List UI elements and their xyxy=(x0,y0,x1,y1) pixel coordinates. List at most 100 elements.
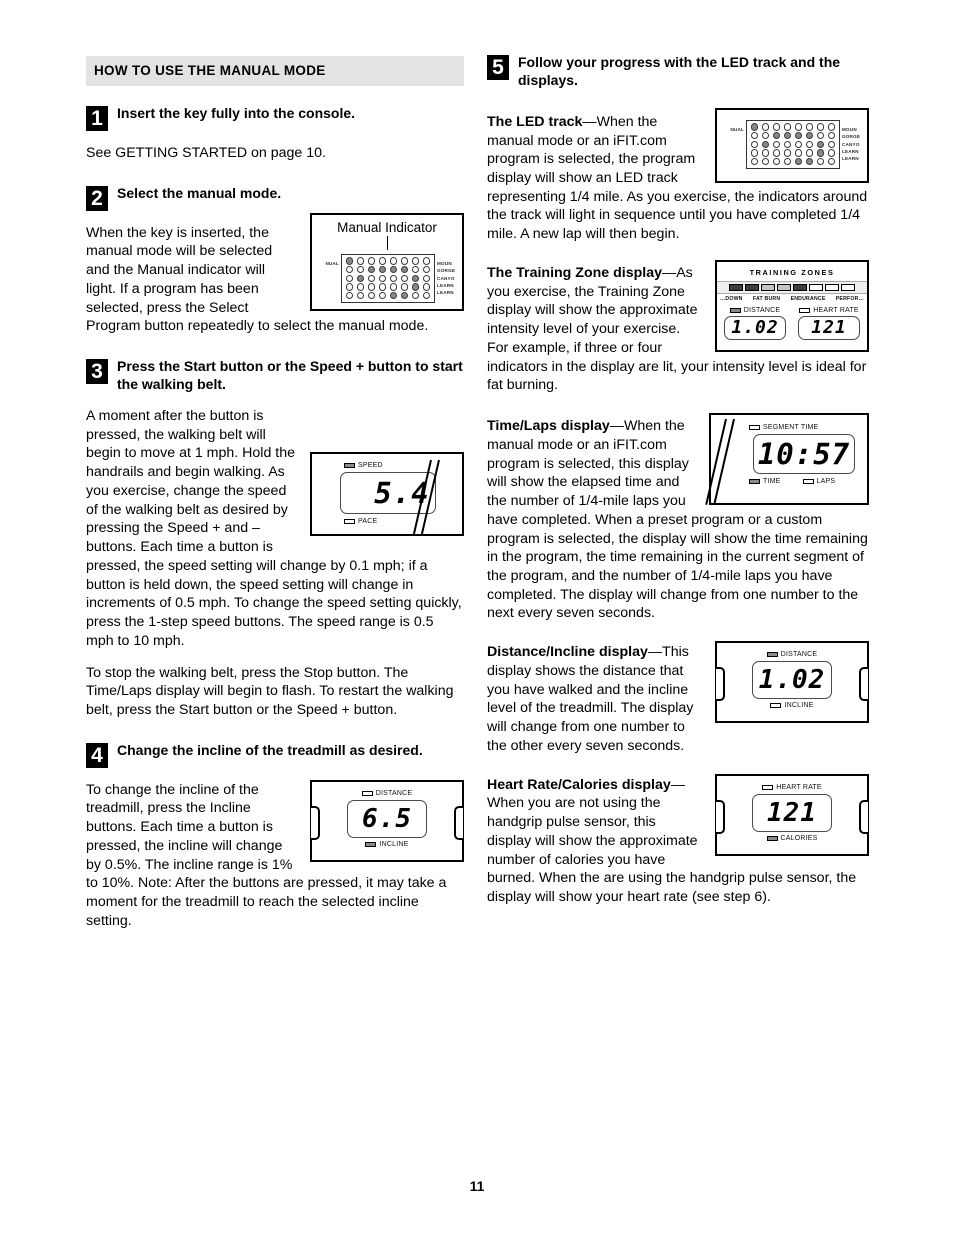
led-indicator xyxy=(378,274,387,282)
led-indicator xyxy=(389,265,398,274)
heart-rate-chip-icon xyxy=(762,784,774,790)
training-zone-label: ENDURANCE xyxy=(790,295,826,302)
step-3: 3 Press the Start button or the Speed + … xyxy=(86,358,464,394)
training-zone-bar xyxy=(777,283,791,291)
led-indicator xyxy=(816,123,825,131)
led-indicator xyxy=(345,274,354,282)
led-indicator xyxy=(772,132,781,140)
led-indicator xyxy=(772,140,781,148)
time-laps-panel: SEGMENT TIME 10:57 TIME LAPS xyxy=(705,413,869,506)
time-laps-lcd: 10:57 xyxy=(753,434,855,475)
training-zone-bar xyxy=(809,283,823,291)
incline-chip-icon xyxy=(770,703,782,709)
indicator-label: INCLINE xyxy=(784,702,814,710)
led-indicator xyxy=(367,274,376,282)
led-indicator xyxy=(378,291,387,300)
led-indicator xyxy=(378,265,387,274)
panel-right-ear xyxy=(859,799,868,834)
led-row-label xyxy=(317,267,339,274)
led-row-label: CANYO xyxy=(437,275,455,281)
step-title: Select the manual mode. xyxy=(117,184,282,201)
pointer-line xyxy=(386,235,388,250)
indicator-label: INCLINE xyxy=(379,840,409,848)
led-indicator xyxy=(783,123,792,131)
led-indicator xyxy=(805,157,814,166)
led-row-label: NUAL xyxy=(325,260,339,266)
training-zone-bar xyxy=(793,283,807,291)
indicator-label: HEART RATE xyxy=(813,306,859,314)
distance-panel: DISTANCE 1.02 INCLINE xyxy=(715,641,869,724)
led-indicator xyxy=(827,149,836,157)
indicator-heart-rate: HEART RATE xyxy=(762,784,822,791)
training-zone-bar xyxy=(841,283,855,291)
led-indicator xyxy=(805,132,814,140)
led-row-label xyxy=(317,275,339,282)
led-indicator xyxy=(389,291,398,300)
led-indicator xyxy=(761,140,770,148)
led-indicator xyxy=(422,274,431,282)
led-row-label: MOUN xyxy=(437,260,452,266)
tz-heart-rate-lcd: 121 xyxy=(798,315,860,340)
page-number: 11 xyxy=(469,1178,485,1194)
distance-display-figure: DISTANCE 1.02 INCLINE xyxy=(715,641,869,724)
led-indicator xyxy=(378,283,387,291)
led-indicator xyxy=(750,157,759,166)
section-header: HOW TO USE THE MANUAL MODE xyxy=(86,56,464,86)
led-indicator xyxy=(367,265,376,274)
led-track-panel: Manual Indicator NUAL MOUN GORGE CANYO LEAR… xyxy=(310,212,464,311)
led-grid xyxy=(341,253,435,303)
training-zone-bar xyxy=(729,283,743,291)
led-indicator xyxy=(750,123,759,131)
led-left-labels: NUAL xyxy=(722,126,744,163)
training-zone-bars xyxy=(717,280,867,294)
led-indicator xyxy=(411,291,420,300)
led-indicator xyxy=(761,132,770,140)
led-indicator xyxy=(783,157,792,166)
training-zone-label: …DOWN xyxy=(720,295,743,302)
led-indicator xyxy=(772,157,781,166)
led-indicator xyxy=(345,283,354,291)
led-row-label: MOUN xyxy=(842,126,857,132)
led-row-label: LEARN xyxy=(842,156,859,162)
led-indicator xyxy=(794,132,803,140)
step-3-paragraph-2: To stop the walking belt, press the Stop… xyxy=(86,664,454,718)
led-indicator xyxy=(783,149,792,157)
speed-panel: SPEED 5.4 PACE xyxy=(310,451,464,536)
panel-left-ear xyxy=(311,805,320,840)
indicator-label: PACE xyxy=(358,517,378,525)
tz-heart-rate-value: 121 xyxy=(811,317,847,339)
block-dash: — xyxy=(609,418,624,435)
tz-heart-rate-indicator: HEART RATE xyxy=(798,307,860,314)
block-lead: The Training Zone display xyxy=(487,264,663,281)
step-2: 2 Select the manual mode. xyxy=(86,185,464,211)
distance-top-indicator: DISTANCE xyxy=(717,651,867,658)
block-dash: — xyxy=(670,776,685,793)
panel-edge-lines xyxy=(705,418,747,506)
training-zone-labels: …DOWN FAT BURN ENDURANCE PERFOR… xyxy=(717,294,867,302)
training-zone-bar xyxy=(745,283,759,291)
segment-time-indicator: SEGMENT TIME xyxy=(749,424,867,431)
led-indicator xyxy=(356,274,365,282)
incline-top-indicator: DISTANCE xyxy=(312,790,462,797)
block-lead: Heart Rate/Calories display xyxy=(487,776,671,793)
calories-chip-icon xyxy=(766,835,778,841)
indicator-label: TIME xyxy=(763,478,781,486)
training-zones-title: TRAINING ZONES xyxy=(749,267,835,277)
time-laps-indicators: TIME LAPS xyxy=(749,478,867,485)
led-indicator xyxy=(345,265,354,274)
led-indicator xyxy=(422,265,431,274)
led-indicator xyxy=(389,283,398,291)
incline-lcd: 6.5 xyxy=(347,799,427,838)
led-indicator xyxy=(816,132,825,140)
panel-left-ear xyxy=(716,667,725,702)
step-number: 3 xyxy=(86,359,108,385)
led-row-label: GORGE xyxy=(842,134,861,140)
block-text: This display shows the distance that you… xyxy=(487,644,694,754)
step-1-paragraph-1: See GETTING STARTED on page 10. xyxy=(86,145,326,161)
manual-page: HOW TO USE THE MANUAL MODE 1 Insert the … xyxy=(0,0,954,1235)
led-row-label xyxy=(722,155,744,162)
led-left-labels: NUAL xyxy=(317,260,339,297)
step-title: Follow your progress with the LED track … xyxy=(518,54,841,88)
block-dash: — xyxy=(582,113,597,130)
manual-indicator-caption: Manual Indicator xyxy=(337,219,437,235)
